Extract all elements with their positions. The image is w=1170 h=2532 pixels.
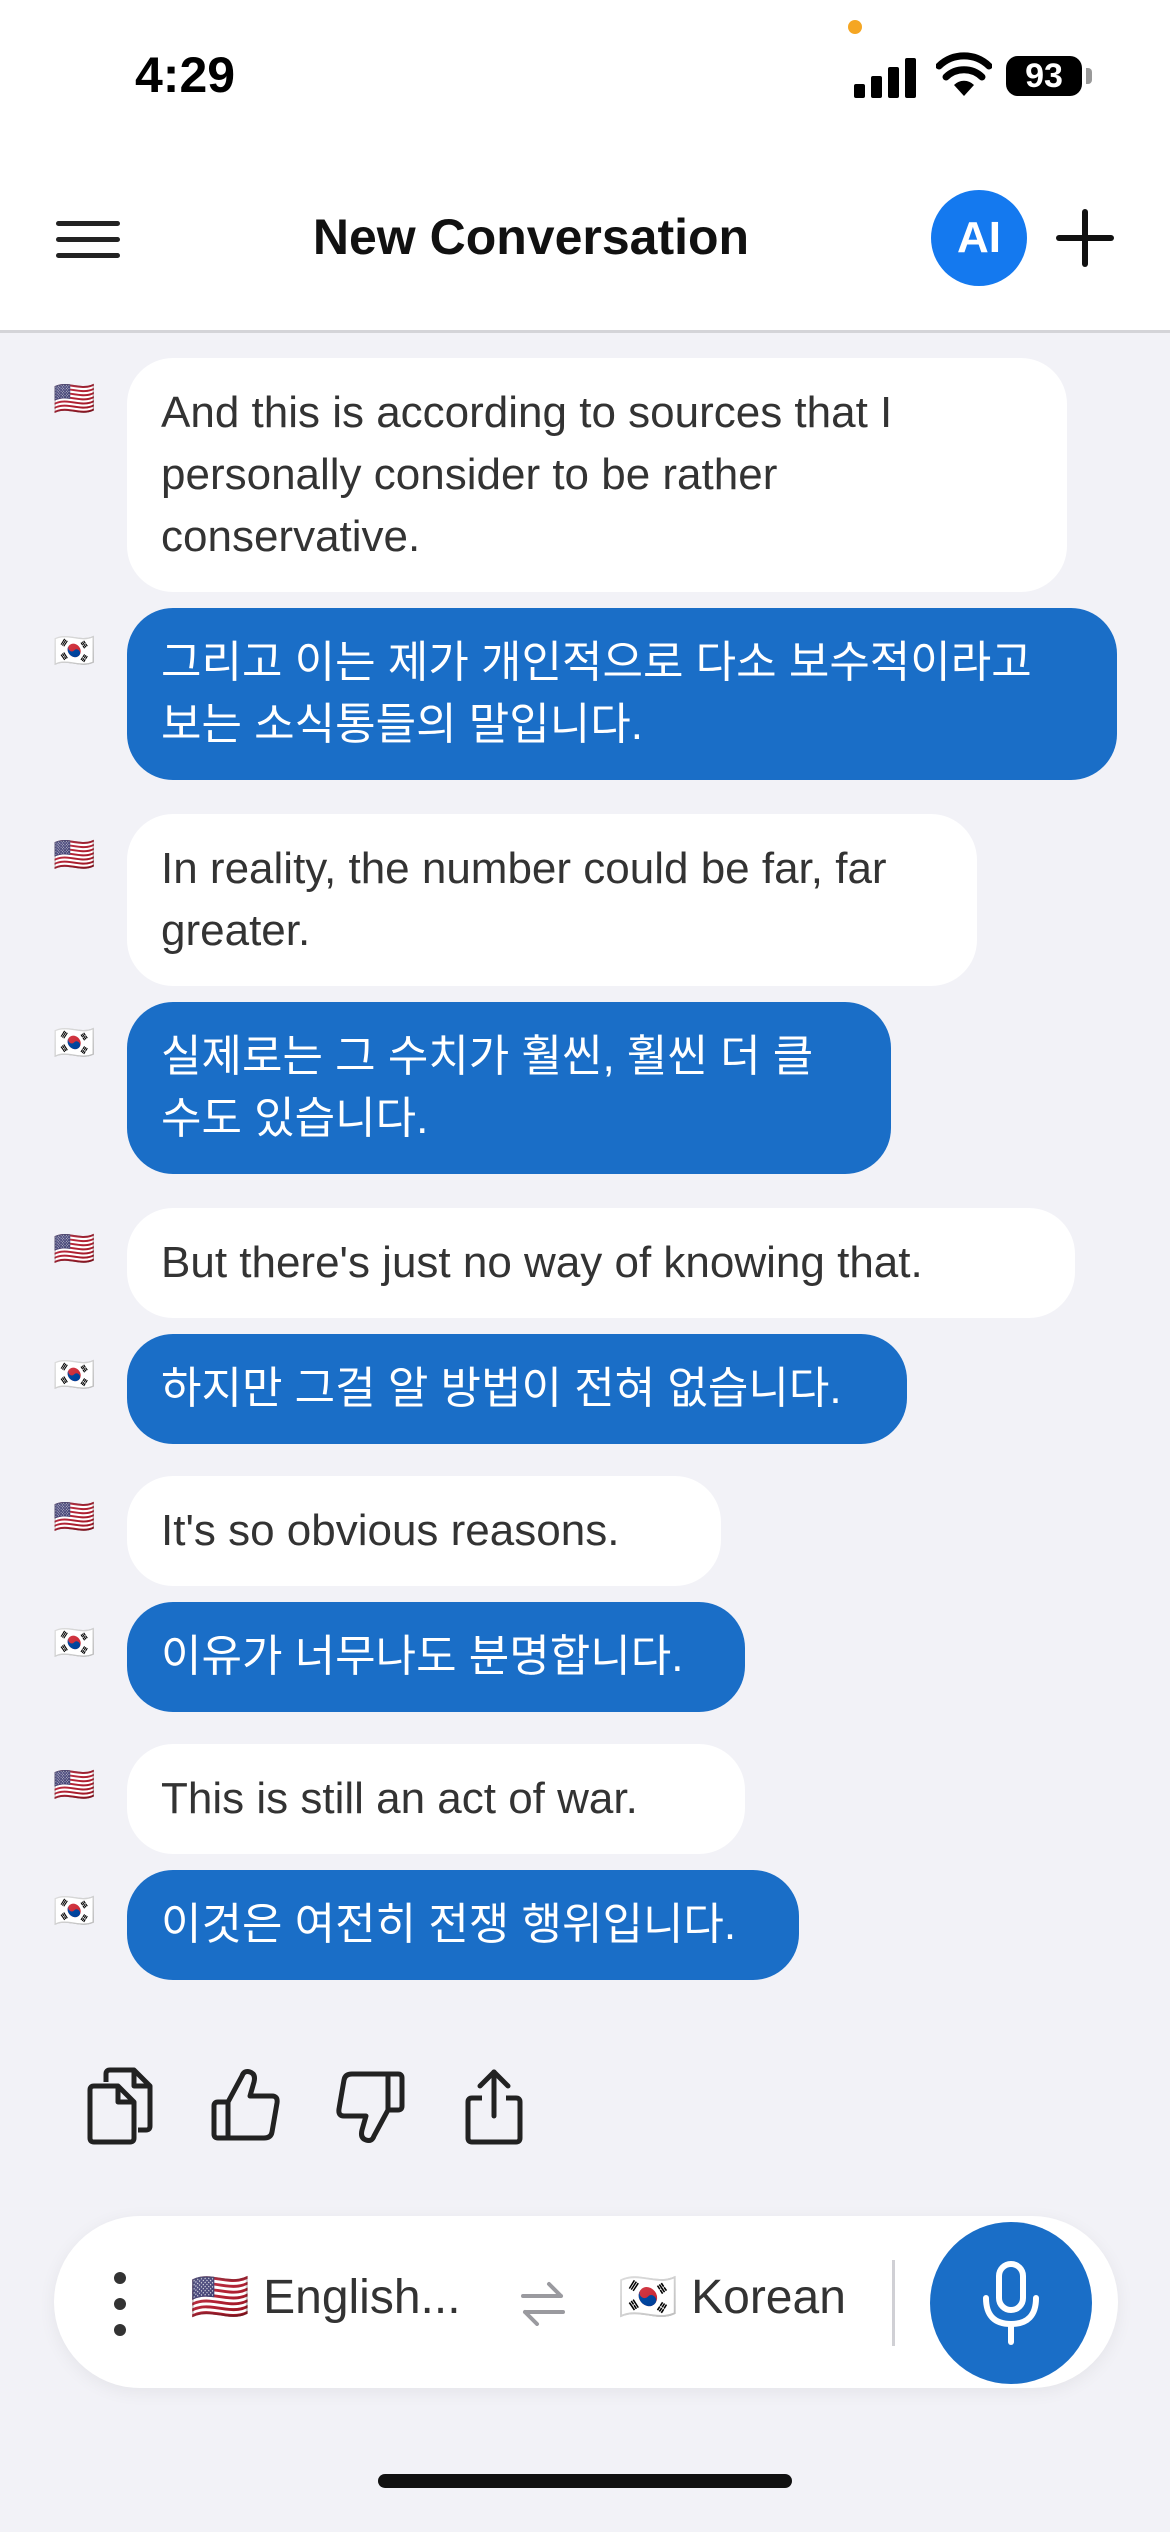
battery-icon: 93 [1006,56,1082,96]
ai-button[interactable]: AI [931,190,1027,286]
korea-flag-icon: 🇰🇷 [618,2271,678,2324]
microphone-icon [983,2261,1039,2345]
status-bar: 4:29 93 [0,0,1170,150]
korean-message-bubble[interactable]: 실제로는 그 수치가 훨씬, 훨씬 더 클 수도 있습니다. [127,1002,891,1174]
message-text: It's so obvious reasons. [161,1506,620,1555]
korean-message-bubble[interactable]: 하지만 그걸 알 방법이 전혀 없습니다. [127,1334,907,1444]
wifi-icon [936,52,992,96]
english-message-bubble[interactable]: And this is according to sources that I … [127,358,1067,592]
us-flag-icon: 🇺🇸 [190,2271,250,2324]
source-language-button[interactable]: 🇺🇸 English... [190,2268,461,2325]
battery-tip [1086,68,1092,84]
us-flag-icon: 🇺🇸 [53,1498,96,1536]
korea-flag-icon: 🇰🇷 [53,1624,96,1662]
status-time: 4:29 [135,47,236,103]
us-flag-icon: 🇺🇸 [53,836,96,874]
message-actions [84,2066,584,2150]
korean-message-bubble[interactable]: 이것은 여전히 전쟁 행위입니다. [127,1870,799,1980]
source-language-label: English... [263,2271,461,2324]
language-bar: 🇺🇸 English... 🇰🇷 Korean [54,2216,1118,2388]
target-language-label: Korean [691,2271,846,2324]
dot [114,2324,126,2336]
korea-flag-icon: 🇰🇷 [53,632,96,670]
message-text: And this is according to sources that I … [161,388,893,561]
swap-arrows-icon[interactable] [519,2280,567,2326]
divider [892,2260,895,2346]
korea-flag-icon: 🇰🇷 [53,1356,96,1394]
target-language-button[interactable]: 🇰🇷 Korean [618,2268,846,2325]
page-title: New Conversation [312,209,750,265]
english-message-bubble[interactable]: But there's just no way of knowing that. [127,1208,1075,1318]
message-text: 이유가 너무나도 분명합니다. [161,1632,684,1681]
more-options-icon[interactable] [106,2272,136,2336]
message-text: 이것은 여전히 전쟁 행위입니다. [161,1900,737,1949]
copy-icon[interactable] [84,2066,156,2146]
korean-message-bubble[interactable]: 그리고 이는 제가 개인적으로 다소 보수적이라고 보는 소식통들의 말입니다. [127,608,1117,780]
microphone-button[interactable] [930,2222,1092,2384]
app-header: New Conversation AI [0,150,1170,333]
message-text: In reality, the number could be far, far… [161,844,887,955]
english-message-bubble[interactable]: In reality, the number could be far, far… [127,814,977,986]
message-text: 그리고 이는 제가 개인적으로 다소 보수적이라고 보는 소식통들의 말입니다. [161,638,1032,749]
thumbs-up-icon[interactable] [210,2066,282,2146]
korea-flag-icon: 🇰🇷 [53,1892,96,1930]
privacy-indicator-dot [848,20,862,34]
korea-flag-icon: 🇰🇷 [53,1024,96,1062]
plus-icon[interactable] [1056,209,1114,267]
us-flag-icon: 🇺🇸 [53,1766,96,1804]
message-text: 실제로는 그 수치가 훨씬, 훨씬 더 클 수도 있습니다. [161,1032,814,1143]
thumbs-down-icon[interactable] [334,2066,406,2146]
message-text: But there's just no way of knowing that. [161,1238,923,1287]
home-indicator [378,2474,792,2488]
us-flag-icon: 🇺🇸 [53,380,96,418]
battery-level: 93 [1025,56,1063,95]
english-message-bubble[interactable]: It's so obvious reasons. [127,1476,721,1586]
message-text: 하지만 그걸 알 방법이 전혀 없습니다. [161,1364,842,1413]
english-message-bubble[interactable]: This is still an act of war. [127,1744,745,1854]
us-flag-icon: 🇺🇸 [53,1230,96,1268]
cellular-signal-icon [854,58,916,98]
dot [114,2272,126,2284]
korean-message-bubble[interactable]: 이유가 너무나도 분명합니다. [127,1602,745,1712]
share-icon[interactable] [458,2066,530,2146]
message-text: This is still an act of war. [161,1774,638,1823]
dot [114,2298,126,2310]
